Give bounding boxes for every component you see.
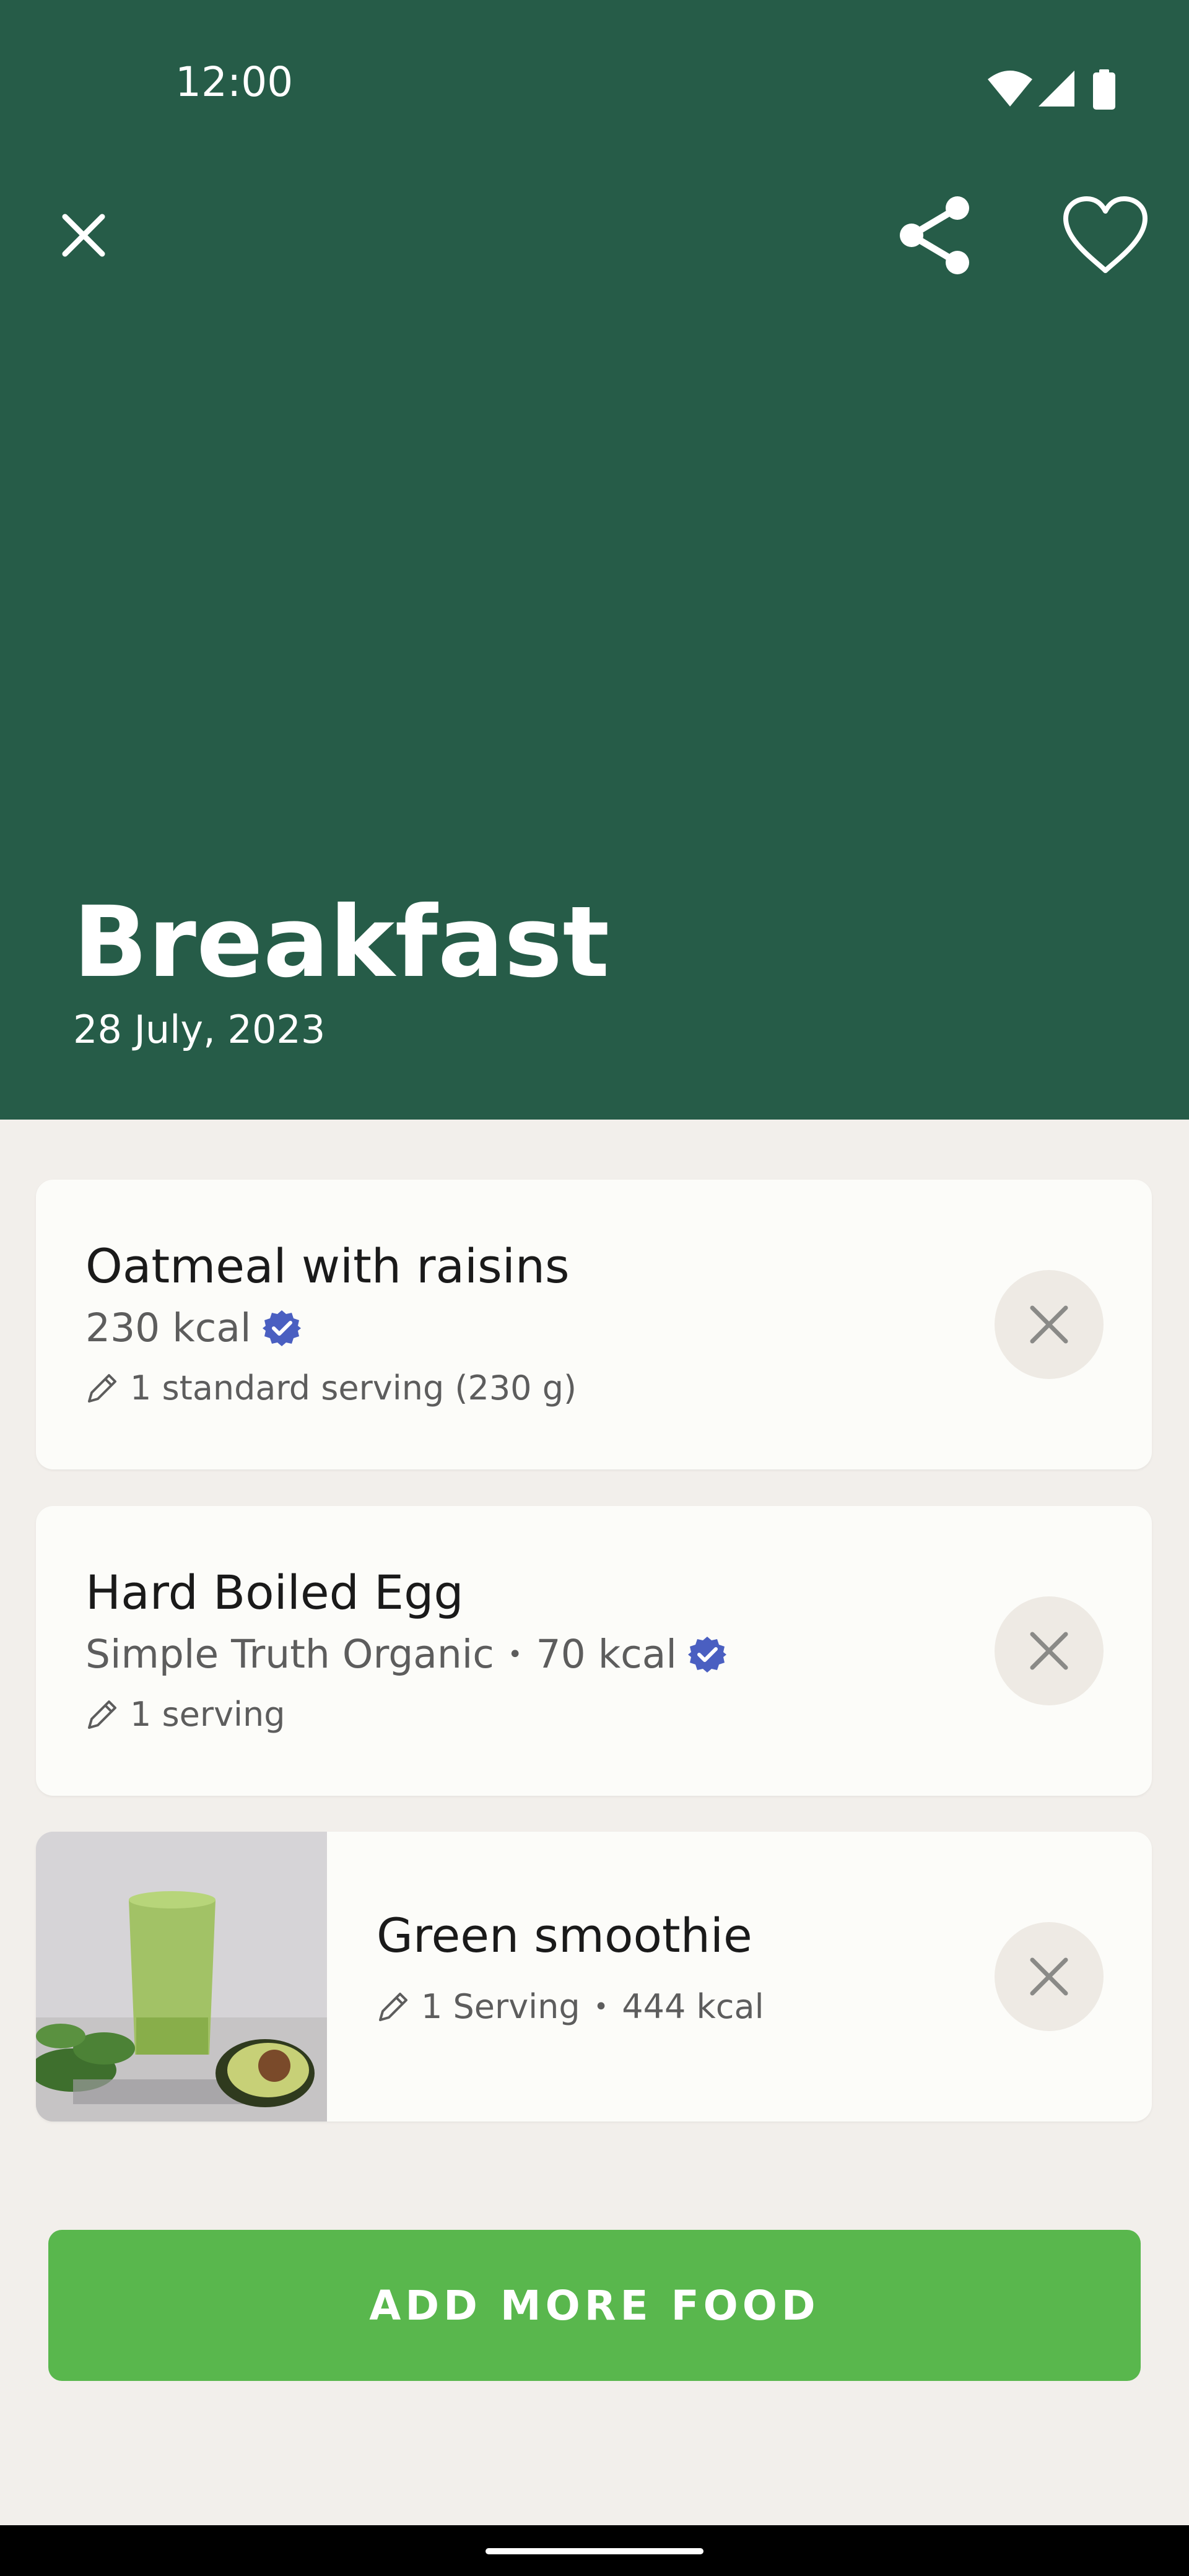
- favorite-button[interactable]: [1053, 186, 1158, 285]
- food-name: Hard Boiled Egg: [85, 1565, 464, 1620]
- status-time: 12:00: [175, 58, 294, 106]
- close-icon: [1030, 1305, 1068, 1344]
- verified-badge-icon: [262, 1310, 301, 1346]
- home-indicator[interactable]: [486, 2548, 703, 2554]
- food-brand: Simple Truth Organic: [85, 1632, 494, 1677]
- food-kcal: 70 kcal: [536, 1632, 677, 1677]
- food-thumbnail: [36, 1832, 327, 2121]
- close-button[interactable]: [50, 192, 118, 279]
- status-icons: [988, 69, 1136, 113]
- food-portion: 1 standard serving (230 g): [130, 1368, 577, 1408]
- meal-header: 12:00 Breakfast 28 July, 2023: [0, 0, 1189, 1120]
- food-kcal: 230 kcal: [85, 1305, 251, 1351]
- food-item-card[interactable]: Green smoothie 1 Serving • 444 kcal: [36, 1832, 1152, 2121]
- remove-food-button[interactable]: [995, 1270, 1104, 1379]
- food-portion: 1 serving: [130, 1695, 285, 1734]
- remove-food-button[interactable]: [995, 1922, 1104, 2031]
- food-kcal-line: 230 kcal: [85, 1308, 301, 1347]
- separator-dot: •: [507, 1640, 523, 1669]
- close-icon: [1030, 1957, 1068, 1996]
- close-icon: [62, 214, 105, 257]
- food-kcal: 444 kcal: [622, 1987, 764, 2026]
- add-more-food-button[interactable]: ADD MORE FOOD: [48, 2230, 1141, 2381]
- wifi-icon: [988, 71, 1032, 107]
- food-portion-kcal-line: 1 Serving • 444 kcal: [377, 1990, 764, 2024]
- food-item-card[interactable]: Hard Boiled Egg Simple Truth Organic • 7…: [36, 1506, 1152, 1796]
- page-title: Breakfast: [73, 886, 610, 999]
- food-name: Green smoothie: [377, 1908, 752, 1963]
- food-name: Oatmeal with raisins: [85, 1238, 570, 1294]
- heart-outline-icon: [1063, 196, 1148, 273]
- food-portion: 1 Serving: [421, 1987, 580, 2026]
- close-icon: [1030, 1632, 1068, 1670]
- pencil-icon: [88, 1374, 116, 1403]
- pencil-icon: [379, 1993, 407, 2021]
- remove-food-button[interactable]: [995, 1596, 1104, 1705]
- separator-dot: •: [593, 1993, 609, 2021]
- pencil-icon: [88, 1700, 116, 1729]
- food-portion-line: 1 standard serving (230 g): [85, 1372, 577, 1405]
- food-portion-line: 1 serving: [85, 1698, 285, 1731]
- share-icon: [900, 196, 969, 274]
- cellular-signal-icon: [1039, 71, 1074, 107]
- verified-badge-icon: [687, 1636, 726, 1673]
- share-button[interactable]: [892, 192, 978, 279]
- battery-icon: [1093, 69, 1115, 110]
- meal-date: 28 July, 2023: [73, 1007, 326, 1052]
- food-item-card[interactable]: Oatmeal with raisins 230 kcal 1 standard…: [36, 1180, 1152, 1469]
- food-brand-kcal-line: Simple Truth Organic • 70 kcal: [85, 1635, 726, 1674]
- green-smoothie-image: [36, 1832, 327, 2121]
